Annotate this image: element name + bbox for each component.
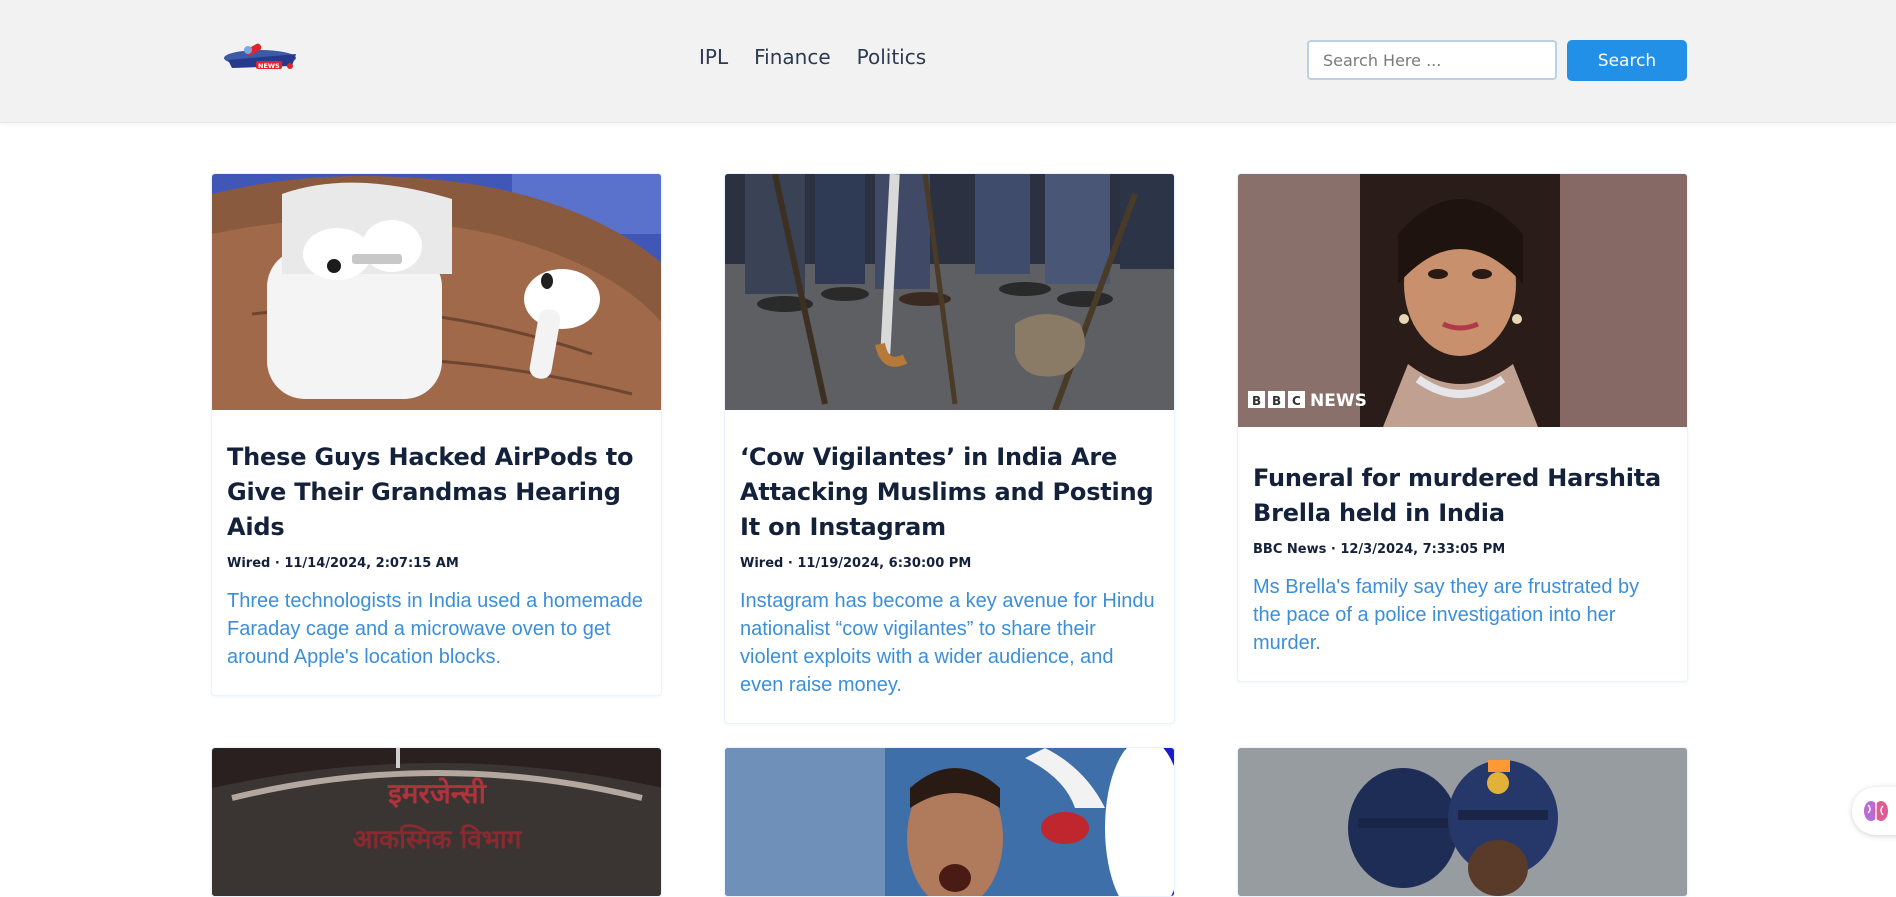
emergency-sign-subtext: आकस्मिक विभाग	[353, 824, 523, 855]
article-meta: Wired · 11/19/2024, 6:30:00 PM	[740, 556, 972, 571]
news-card[interactable]	[724, 747, 1175, 897]
assistant-bubble[interactable]	[1852, 787, 1896, 835]
news-card[interactable]	[1237, 747, 1688, 897]
search-button[interactable]: Search	[1567, 40, 1687, 81]
nav-finance-link[interactable]: Finance	[754, 45, 831, 69]
article-meta: Wired · 11/14/2024, 2:07:15 AM	[227, 556, 459, 571]
site-logo[interactable]: NEWS	[220, 38, 304, 78]
article-description: Three technologists in India used a home…	[227, 590, 643, 668]
article-image-cricket-batters[interactable]	[1238, 748, 1687, 896]
emergency-sign-text: इमरजेन्सी	[387, 777, 488, 810]
article-meta: BBC News · 12/3/2024, 7:33:05 PM	[1253, 542, 1506, 557]
brain-icon	[1862, 797, 1890, 829]
news-card[interactable]: B B C NEWS Funeral for murdered Harshita…	[1237, 173, 1688, 682]
svg-text:B: B	[1272, 394, 1281, 408]
search-input[interactable]	[1307, 40, 1557, 80]
article-image-airpods[interactable]	[212, 174, 661, 410]
article-image-emergency[interactable]: इमरजेन्सी आकस्मिक विभाग	[212, 748, 661, 896]
svg-text:C: C	[1292, 394, 1301, 408]
article-description: Instagram has become a key avenue for Hi…	[740, 590, 1155, 696]
news-card[interactable]: These Guys Hacked AirPods to Give Their …	[211, 173, 662, 696]
svg-text:B: B	[1252, 394, 1261, 408]
nav-politics-link[interactable]: Politics	[857, 45, 927, 69]
article-description: Ms Brella's family say they are frustrat…	[1253, 576, 1640, 654]
article-image-harshita-brella[interactable]: B B C NEWS	[1238, 174, 1687, 427]
article-title[interactable]: These Guys Hacked AirPods to Give Their …	[227, 440, 646, 545]
logo-text: NEWS	[258, 62, 280, 70]
article-title[interactable]: Funeral for murdered Harshita Brella hel…	[1253, 461, 1672, 531]
article-image-cricket-bowler[interactable]	[725, 748, 1174, 896]
bbc-news-watermark: NEWS	[1310, 391, 1367, 411]
top-navbar: NEWS IPL Finance Politics Search	[0, 0, 1896, 123]
news-card[interactable]: इमरजेन्सी आकस्मिक विभाग	[211, 747, 662, 897]
article-title[interactable]: ‘Cow Vigilantes’ in India Are Attacking …	[740, 440, 1159, 545]
news-card[interactable]: ‘Cow Vigilantes’ in India Are Attacking …	[724, 173, 1175, 724]
nav-ipl-link[interactable]: IPL	[699, 45, 728, 69]
article-image-cow-vigilantes[interactable]	[725, 174, 1174, 410]
main-nav: IPL Finance Politics	[699, 45, 926, 69]
